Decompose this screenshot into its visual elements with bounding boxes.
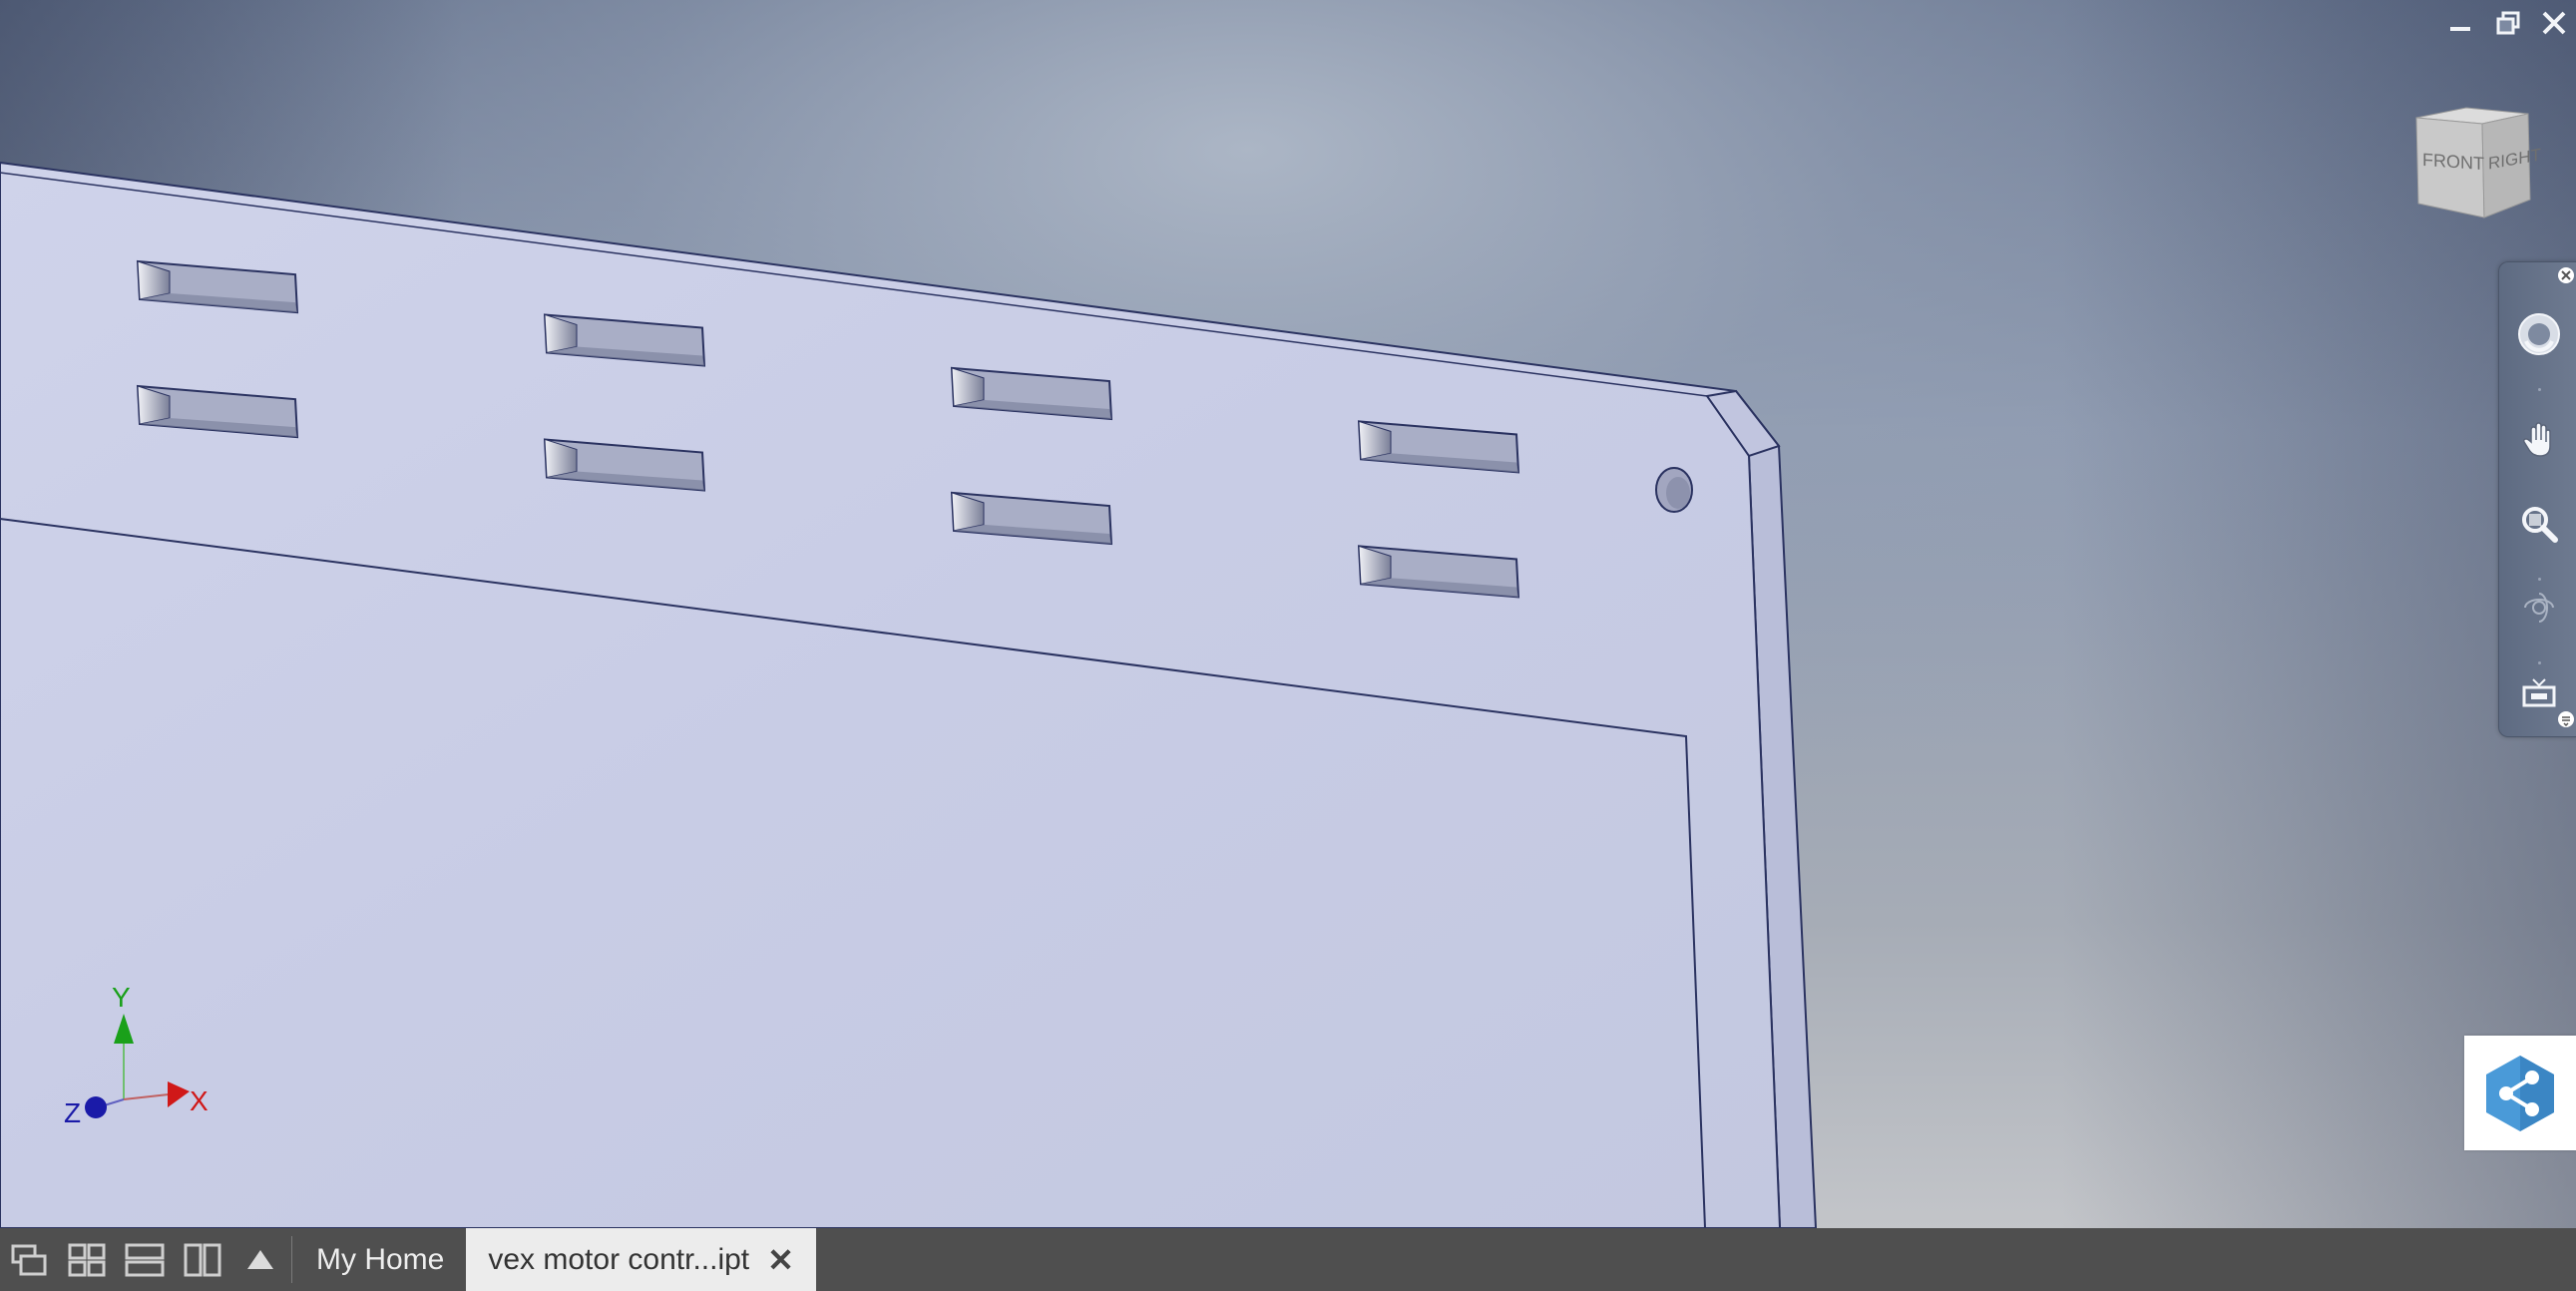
x-axis-label: X (190, 1085, 209, 1116)
vent-slots (136, 259, 1520, 599)
tile-grid-icon (68, 1243, 106, 1276)
navbar-close-button[interactable] (2557, 266, 2575, 284)
vent-slot (136, 259, 299, 314)
restore-icon (2496, 11, 2520, 35)
vent-slot (1357, 420, 1520, 474)
tile-button[interactable] (58, 1228, 116, 1291)
vent-slot (1357, 545, 1520, 599)
minimize-button[interactable] (2440, 6, 2480, 40)
share-button[interactable] (2464, 1036, 2576, 1150)
x-axis-arrow (168, 1081, 190, 1107)
viewcube-front-label[interactable]: FRONT (2422, 150, 2484, 175)
share-icon (2486, 1055, 2554, 1131)
vent-slot (543, 313, 706, 367)
tile-horizontal-icon (125, 1243, 165, 1276)
cascade-windows-icon (11, 1244, 47, 1275)
close-icon[interactable]: ✕ (767, 1241, 794, 1279)
vent-slot (950, 491, 1113, 546)
zoom-icon (2522, 507, 2558, 543)
zoom-button[interactable] (2515, 500, 2563, 548)
tab-separator (291, 1236, 292, 1283)
vent-slot (136, 384, 299, 439)
steering-wheel-button[interactable] (2515, 310, 2563, 358)
tab-label: My Home (316, 1242, 445, 1276)
navbar-customize-button[interactable] (2557, 710, 2575, 728)
axis-triad: Y X Z (40, 982, 239, 1137)
tab-vex-motor-controller[interactable]: vex motor contr...ipt ✕ (466, 1228, 816, 1291)
tab-label: vex motor contr...ipt (488, 1242, 750, 1276)
viewcube[interactable]: FRONT RIGHT (2404, 100, 2554, 229)
hand-pan-icon (2523, 422, 2551, 457)
menu-icon (2558, 711, 2574, 727)
arrange-vertical-button[interactable] (174, 1228, 231, 1291)
navigation-bar (2498, 261, 2576, 737)
close-icon (2558, 267, 2574, 283)
tab-my-home[interactable]: My Home (294, 1228, 466, 1291)
orbit-button[interactable] (2515, 584, 2563, 632)
steering-wheel-icon (2518, 313, 2560, 355)
expand-button[interactable] (231, 1228, 289, 1291)
restore-button[interactable] (2488, 6, 2528, 40)
look-at-icon (2522, 678, 2556, 707)
document-tab-bar: My Home vex motor contr...ipt ✕ (0, 1228, 2576, 1291)
minimize-icon (2450, 27, 2470, 31)
vent-slot (543, 438, 706, 492)
vent-slot (950, 366, 1113, 421)
close-button[interactable] (2534, 6, 2574, 40)
look-at-button[interactable] (2515, 669, 2563, 717)
expand-up-icon (247, 1249, 273, 1269)
arrange-horizontal-button[interactable] (116, 1228, 174, 1291)
pan-button[interactable] (2515, 416, 2563, 464)
cascade-button[interactable] (0, 1228, 58, 1291)
y-axis-label: Y (112, 982, 131, 1013)
tile-vertical-icon (184, 1243, 221, 1276)
close-icon (2542, 11, 2566, 35)
z-axis-label: Z (64, 1097, 82, 1128)
y-axis-arrow (114, 1014, 134, 1044)
z-axis-ball (85, 1096, 107, 1118)
graphics-viewport[interactable]: Y X Z (0, 0, 2576, 1228)
orbit-icon (2524, 593, 2554, 623)
